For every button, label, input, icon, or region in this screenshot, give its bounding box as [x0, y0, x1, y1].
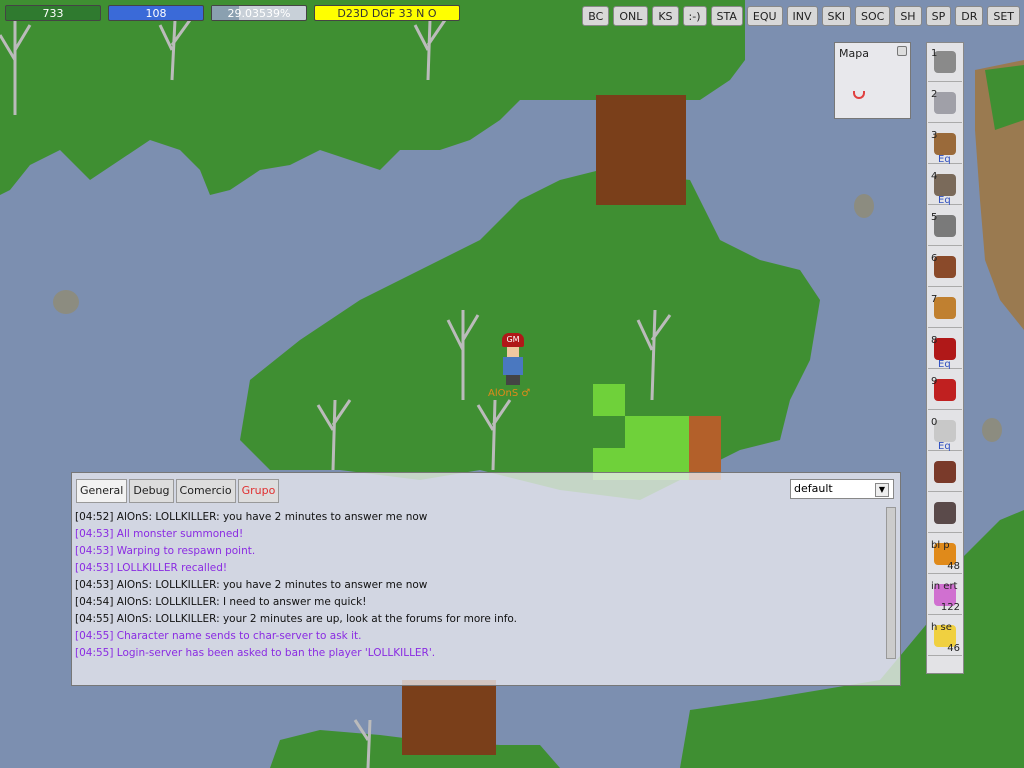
chat-line: [04:53] LOLLKILLER recalled!: [75, 562, 228, 574]
chat-line: [04:52] AlOnS: LOLLKILLER: you have 2 mi…: [75, 511, 428, 523]
minimap-window[interactable]: Mapa: [834, 42, 911, 119]
chat-line: [04:53] All monster summoned!: [75, 528, 244, 540]
player-legs: [506, 375, 520, 385]
shortcut-key: 7: [931, 294, 938, 305]
player-name: AlOnS ♂: [488, 388, 531, 399]
window-button-11[interactable]: DR: [955, 6, 984, 26]
window-buttons: BC ONL KS:-) STA EQU INV SKI SOC SH SP DR SET: [582, 6, 1020, 26]
shortcut-key: 3: [931, 130, 938, 141]
shortcut-slot-12[interactable]: bl p 48: [928, 537, 962, 574]
chat-scrollbar[interactable]: [886, 507, 896, 659]
chat-tabs: General Debug Comercio Grupo: [76, 479, 280, 503]
shortcut-slot-13[interactable]: in ert 122: [928, 578, 962, 615]
shortcut-bar: 1 2 3 Eq 4 Eq 5 6 7 8 Eq 9 0 Eq bl p 48 in ert 122 h se 46: [926, 42, 964, 674]
mp-bar: 108: [108, 5, 204, 21]
window-button-6[interactable]: INV: [786, 6, 818, 26]
shortcut-slot-7[interactable]: 8 Eq: [928, 332, 962, 370]
shortcut-key: 2: [931, 89, 938, 100]
shortcut-key: 9: [931, 376, 938, 387]
equipped-label: Eq: [938, 441, 951, 452]
shortcut-slot-6[interactable]: 7: [928, 291, 962, 328]
mp-value: 108: [145, 7, 167, 20]
chevron-down-icon[interactable]: ▼: [875, 483, 889, 497]
equipped-label: Eq: [938, 195, 951, 206]
gm-badge: GM: [502, 333, 524, 347]
window-button-12[interactable]: SET: [987, 6, 1020, 26]
shortcut-key: in ert: [931, 581, 958, 592]
chat-tab-grupo[interactable]: Grupo: [237, 479, 280, 503]
shortcut-key: 0: [931, 417, 938, 428]
bow-icon: [934, 461, 956, 483]
shortcut-slot-1[interactable]: 2: [928, 86, 962, 123]
equipped-label: Eq: [938, 359, 951, 370]
channel-select[interactable]: default ▼: [790, 479, 894, 499]
player-character[interactable]: GM: [498, 333, 528, 385]
shortcut-key: 6: [931, 253, 938, 264]
shortcut-slot-9[interactable]: 0 Eq: [928, 414, 962, 452]
shortcut-key: 4: [931, 171, 938, 182]
window-button-4[interactable]: STA: [710, 6, 743, 26]
shortcut-slot-4[interactable]: 5: [928, 209, 962, 246]
window-button-9[interactable]: SH: [894, 6, 922, 26]
chat-line: [04:53] AlOnS: LOLLKILLER: you have 2 mi…: [75, 579, 428, 591]
chat-tab-general[interactable]: General: [76, 479, 128, 503]
shortcut-key: 1: [931, 48, 938, 59]
shortcut-key: h se: [931, 622, 952, 633]
item-count: 48: [947, 561, 960, 572]
chat-tab-debug[interactable]: Debug: [129, 479, 174, 503]
chat-line: [04:55] AlOnS: LOLLKILLER: your 2 minute…: [75, 613, 517, 625]
money-value: D23D DGF 33 N O: [337, 7, 437, 20]
shortcut-slot-11[interactable]: [928, 496, 962, 533]
player-body: [503, 357, 523, 375]
shortcut-slot-2[interactable]: 3 Eq: [928, 127, 962, 165]
shortcut-slot-8[interactable]: 9: [928, 373, 962, 410]
shortcut-slot-14[interactable]: h se 46: [928, 619, 962, 656]
equipped-label: Eq: [938, 154, 951, 165]
window-button-3[interactable]: :-): [682, 6, 707, 26]
chat-line: [04:55] Login-server has been asked to b…: [75, 647, 436, 659]
minimap-player-marker: [853, 91, 865, 99]
shortcut-slot-0[interactable]: 1: [928, 45, 962, 82]
shortcut-key: 5: [931, 212, 938, 223]
chat-log: [04:52] AlOnS: LOLLKILLER: you have 2 mi…: [75, 509, 887, 679]
shortcut-key: bl p: [931, 540, 950, 551]
hp-bar: 733: [5, 5, 101, 21]
chat-line: [04:55] Character name sends to char-ser…: [75, 630, 362, 642]
hp-value: 733: [42, 7, 64, 20]
window-button-0[interactable]: BC: [582, 6, 610, 26]
item-count: 46: [947, 643, 960, 654]
window-button-1[interactable]: ONL: [613, 6, 649, 26]
shortcut-slot-3[interactable]: 4 Eq: [928, 168, 962, 206]
chat-line: [04:54] AlOnS: LOLLKILLER: I need to ans…: [75, 596, 367, 608]
shortcut-key: 8: [931, 335, 938, 346]
minimap-title: Mapa: [839, 47, 869, 60]
shortcut-slot-5[interactable]: 6: [928, 250, 962, 287]
wings-icon: [934, 502, 956, 524]
money-bar: D23D DGF 33 N O: [314, 5, 460, 21]
chat-window[interactable]: General Debug Comercio Grupo default ▼ [04:…: [71, 472, 901, 686]
shortcut-slot-10[interactable]: [928, 455, 962, 492]
window-button-10[interactable]: SP: [925, 6, 952, 26]
xp-bar: 29.03539%: [211, 5, 307, 21]
window-button-8[interactable]: SOC: [855, 6, 891, 26]
item-count: 122: [940, 602, 960, 613]
chat-tab-comercio[interactable]: Comercio: [175, 479, 236, 503]
chat-line: [04:53] Warping to respawn point.: [75, 545, 256, 557]
player-head: [507, 347, 519, 357]
xp-value: 29.03539%: [227, 7, 291, 20]
channel-value: default: [794, 482, 833, 495]
window-button-2[interactable]: KS: [652, 6, 679, 26]
lock-icon[interactable]: [897, 46, 907, 56]
window-button-7[interactable]: SKI: [821, 6, 851, 26]
window-button-5[interactable]: EQU: [746, 6, 783, 26]
